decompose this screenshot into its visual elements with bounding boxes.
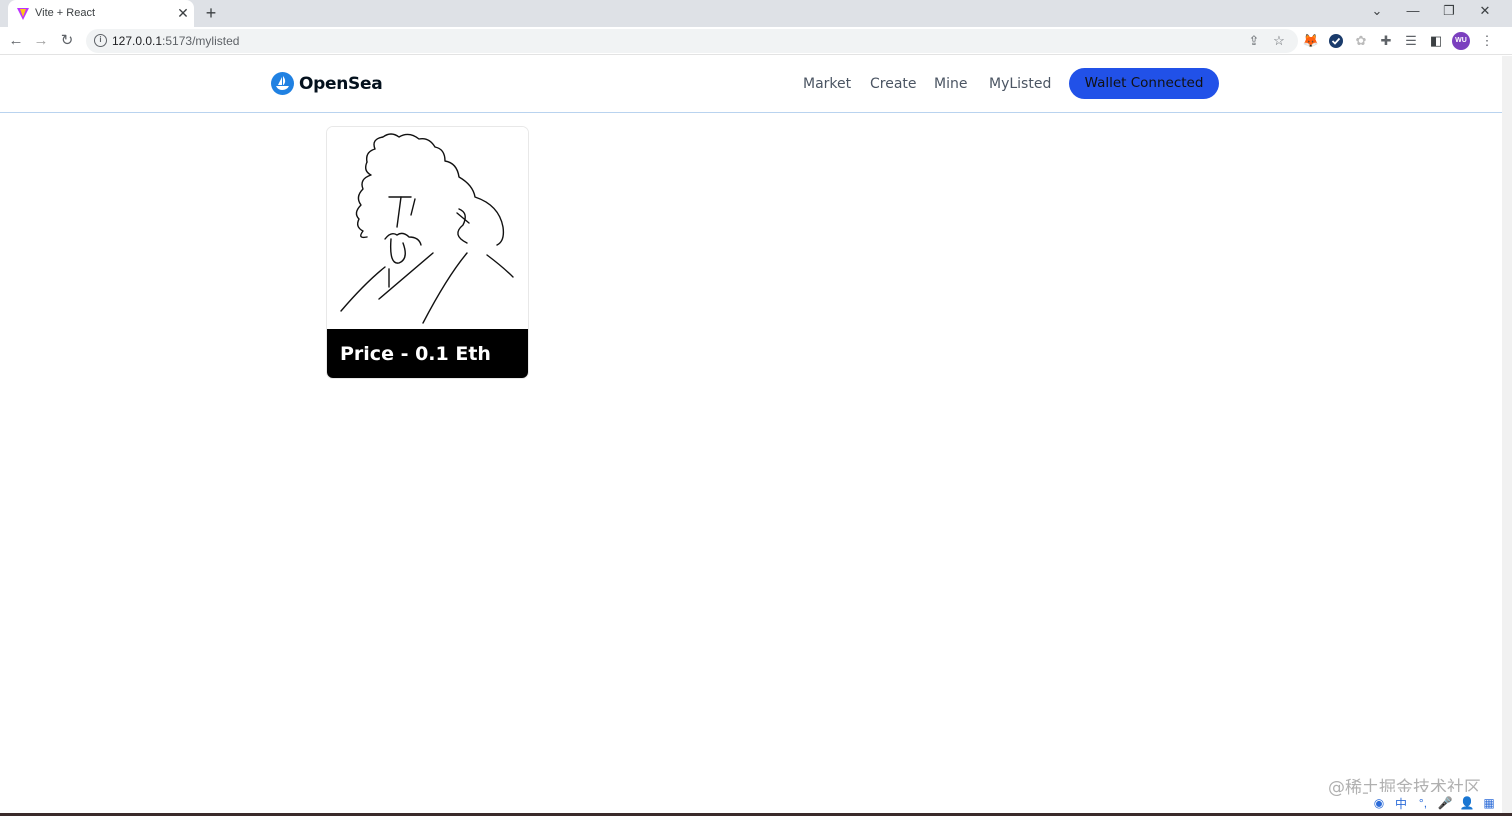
vite-icon [17,8,29,20]
nav-mylisted[interactable]: MyListed [989,76,1051,92]
tab-search-icon[interactable]: ⌄ [1362,0,1392,24]
browser-tabstrip: Vite + React ✕ + ⌄ — ❐ ✕ [0,0,1512,27]
app-header: OpenSea Market Create Mine MyListed Wall… [0,56,1502,113]
nav-market[interactable]: Market [803,76,851,92]
nav-mine[interactable]: Mine [934,76,967,92]
minimize-icon[interactable]: — [1398,0,1428,24]
opensea-icon [271,72,294,95]
page-scrollbar[interactable] [1502,56,1512,816]
menu-icon[interactable]: ⋮ [1478,32,1496,50]
reading-list-icon[interactable]: ☰ [1402,32,1420,50]
card-footer: Price - 0.1 Eth [327,329,528,378]
brand-name: OpenSea [299,73,383,94]
forward-icon[interactable]: → [31,31,51,51]
url-host: 127.0.0.1 [112,34,163,48]
sidepanel-icon[interactable]: ◧ [1427,32,1445,50]
ime-punctuation[interactable]: °, [1412,796,1434,810]
nft-image [327,127,528,329]
restore-icon[interactable]: ❐ [1434,0,1464,24]
url-path: :5173/mylisted [162,34,240,48]
ime-language[interactable]: 中 [1390,795,1412,812]
new-tab-button[interactable]: + [201,3,221,23]
ime-logo-icon[interactable]: ◉ [1368,796,1390,810]
tab-title: Vite + React [35,7,96,19]
star-icon[interactable]: ☆ [1271,33,1287,49]
ime-toolbar: ◉ 中 °, 🎤 👤 ▦ [1368,792,1502,814]
browser-tab[interactable]: Vite + React ✕ [8,0,194,27]
metamask-icon[interactable]: 🦊 [1302,32,1320,50]
nav-create[interactable]: Create [870,76,917,92]
profile-avatar[interactable]: WU [1452,32,1470,50]
back-icon[interactable]: ← [6,31,26,51]
info-icon[interactable]: i [94,34,107,47]
puzzle-icon[interactable]: ✚ [1377,32,1395,50]
address-bar[interactable]: i 127.0.0.1:5173/mylisted ⇪ ☆ [86,29,1298,53]
browser-toolbar: ← → ↻ i 127.0.0.1:5173/mylisted ⇪ ☆ 🦊 ✿ … [0,27,1512,55]
nft-card[interactable]: Price - 0.1 Eth [326,126,529,379]
user-icon[interactable]: 👤 [1456,796,1478,810]
mic-icon[interactable]: 🎤 [1434,796,1456,810]
brand-logo[interactable]: OpenSea [271,72,383,95]
close-window-icon[interactable]: ✕ [1470,0,1500,24]
extension-icon[interactable]: ✿ [1352,32,1370,50]
url-text[interactable]: 127.0.0.1:5173/mylisted [112,34,239,48]
tab-close-icon[interactable]: ✕ [174,4,192,22]
share-icon[interactable]: ⇪ [1246,33,1262,49]
check-icon[interactable] [1327,32,1345,50]
card-price: Price - 0.1 Eth [340,343,491,365]
grid-icon[interactable]: ▦ [1478,796,1500,810]
reload-icon[interactable]: ↻ [57,31,77,51]
wallet-connected-button[interactable]: Wallet Connected [1069,68,1219,99]
